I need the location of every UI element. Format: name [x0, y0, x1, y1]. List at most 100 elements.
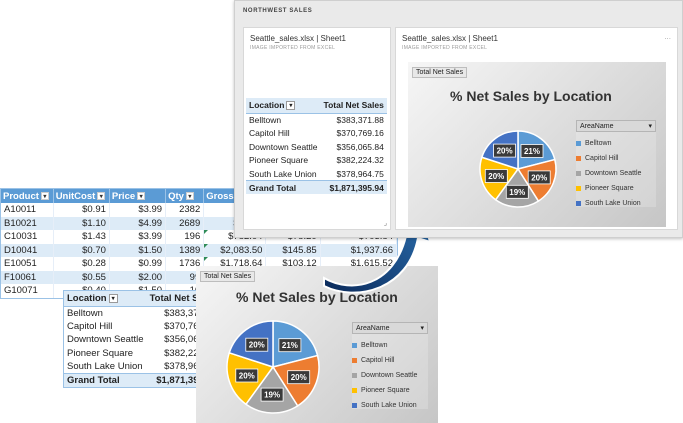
chevron-down-icon[interactable]: ▾: [648, 122, 652, 130]
legend-item[interactable]: Belltown: [352, 342, 428, 349]
svg-text:20%: 20%: [531, 173, 547, 182]
excel-cell[interactable]: $0.55: [53, 270, 110, 284]
svg-text:21%: 21%: [282, 341, 298, 350]
excel-header-price[interactable]: Price ▾: [109, 189, 167, 203]
excel-cell[interactable]: C10031: [1, 230, 54, 244]
data-label: 19%: [505, 184, 529, 199]
excel-cell[interactable]: A10011: [1, 203, 54, 217]
excel-cell[interactable]: 2382: [165, 203, 205, 217]
chevron-down-icon[interactable]: ▾: [420, 324, 424, 332]
chart-legend: AreaName ▾ Belltown Capitol Hill Downtown S…: [352, 322, 428, 409]
chart-legend: AreaName ▾ Belltown Capitol Hill Downtown S…: [576, 120, 656, 207]
filter-dropdown-icon[interactable]: ▾: [137, 191, 146, 200]
excel-cell[interactable]: $3.99: [109, 230, 167, 244]
pivot-location: Capitol Hill: [249, 128, 290, 139]
pivot-location: Capitol Hill: [67, 320, 113, 332]
legend-item[interactable]: Capitol Hill: [576, 155, 656, 162]
legend-label: Pioneer Square: [361, 387, 410, 394]
svg-text:20%: 20%: [249, 341, 265, 350]
filter-dropdown-icon[interactable]: ▾: [97, 191, 106, 200]
filter-dropdown-icon[interactable]: ▾: [40, 191, 49, 200]
legend-swatch: [576, 201, 581, 206]
pivot-location: South Lake Union: [249, 168, 317, 179]
excel-cell[interactable]: $3.99: [109, 203, 167, 217]
excel-header-unitcost[interactable]: UnitCost ▾: [53, 189, 110, 203]
legend-item[interactable]: South Lake Union: [352, 402, 428, 409]
legend-item[interactable]: Downtown Seattle: [576, 170, 656, 177]
pivot-total-row: Grand Total $1,871,395.94: [246, 180, 387, 194]
pivot-header-location[interactable]: Location ▾: [64, 291, 147, 307]
excel-cell[interactable]: $0.91: [53, 203, 110, 217]
data-label: 20%: [235, 368, 259, 383]
excel-cell[interactable]: $1.43: [53, 230, 110, 244]
data-label: 20%: [484, 169, 508, 183]
excel-header-product[interactable]: Product ▾: [1, 189, 54, 203]
filter-dropdown-icon[interactable]: ▾: [286, 101, 296, 111]
legend-label: Capitol Hill: [585, 155, 619, 162]
excel-cell[interactable]: F10061: [1, 270, 54, 284]
excel-cell[interactable]: $0.28: [53, 257, 110, 271]
svg-text:20%: 20%: [488, 172, 504, 181]
pivot-row: Capitol Hill $370,769.16: [246, 127, 387, 141]
pivot-location: South Lake Union: [67, 361, 143, 372]
excel-cell[interactable]: $1.10: [53, 216, 110, 230]
legend-header[interactable]: AreaName ▾: [352, 322, 428, 334]
tile-pivot[interactable]: Seattle_sales.xlsx | Sheet1 IMAGE IMPORT…: [243, 27, 391, 230]
legend-label: Downtown Seattle: [585, 170, 642, 177]
excel-cell[interactable]: $2,083.50: [203, 243, 267, 257]
tile-chart[interactable]: Seattle_sales.xlsx | Sheet1 IMAGE IMPORT…: [395, 27, 678, 230]
excel-cell[interactable]: $0.70: [53, 243, 110, 257]
pivot-table-bottom: Location ▾ Total Net Sales Belltown $383,3…: [63, 290, 220, 388]
legend-item[interactable]: Capitol Hill: [352, 357, 428, 364]
legend-swatch: [352, 403, 357, 408]
pie-chart-panel-top: Total Net Sales % Net Sales by Location …: [408, 62, 666, 227]
pivot-header-location[interactable]: Location ▾: [246, 98, 321, 114]
pivot-value: $382,224.32: [336, 155, 384, 166]
excel-cell[interactable]: G10071: [1, 284, 54, 298]
excel-cell[interactable]: $4.99: [109, 216, 167, 230]
svg-text:20%: 20%: [291, 373, 307, 382]
excel-cell[interactable]: 1389: [165, 243, 205, 257]
legend-item[interactable]: South Lake Union: [576, 200, 656, 207]
excel-header-qty[interactable]: Qty ▾: [165, 189, 205, 203]
excel-cell[interactable]: D10041: [1, 243, 54, 257]
pivot-location: Pioneer Square: [67, 347, 134, 359]
excel-cell[interactable]: 196: [165, 230, 205, 244]
legend-swatch: [352, 358, 357, 363]
legend-header[interactable]: AreaName ▾: [576, 120, 656, 132]
pivot-value: $383,371.88: [336, 115, 384, 125]
pivot-location: Downtown Seattle: [67, 334, 144, 346]
pivot-location: Downtown Seattle: [249, 141, 318, 152]
excel-cell[interactable]: 2689: [165, 216, 205, 230]
pivot-row: Downtown Seattle $356,065.84: [246, 140, 387, 154]
pivot-row: Belltown $383,371.88: [246, 113, 387, 127]
filter-dropdown-icon[interactable]: ▾: [185, 191, 194, 200]
tile-subtitle: IMAGE IMPORTED FROM EXCEL: [402, 45, 488, 51]
data-label: 20%: [245, 337, 269, 352]
legend-item[interactable]: Downtown Seattle: [352, 372, 428, 379]
excel-cell[interactable]: E10051: [1, 257, 54, 271]
filter-dropdown-icon[interactable]: ▾: [108, 293, 118, 303]
legend-label: South Lake Union: [585, 200, 641, 207]
excel-cell[interactable]: $2.00: [109, 270, 167, 284]
excel-cell[interactable]: B10021: [1, 216, 54, 230]
more-options-icon[interactable]: ...: [664, 32, 671, 41]
data-label: 19%: [260, 387, 284, 402]
resize-handle-icon[interactable]: ⌟: [384, 219, 387, 227]
legend-item[interactable]: Pioneer Square: [352, 387, 428, 394]
pivot-row: South Lake Union $378,964.75: [246, 167, 387, 181]
data-label: 20%: [493, 143, 516, 158]
legend-label: Belltown: [361, 342, 388, 349]
pivot-table: Location ▾ Total Net Sales Belltown $383,3…: [246, 98, 387, 194]
pivot-row: Pioneer Square $382,224.32: [246, 154, 387, 168]
svg-text:20%: 20%: [497, 147, 513, 156]
pivot-location: Belltown: [67, 307, 103, 319]
excel-cell[interactable]: $145.85: [265, 243, 321, 257]
legend-item[interactable]: Pioneer Square: [576, 185, 656, 192]
excel-cell[interactable]: $0.99: [109, 257, 167, 271]
legend-label: Downtown Seattle: [361, 372, 418, 379]
legend-item[interactable]: Belltown: [576, 140, 656, 147]
data-label: 20%: [527, 170, 551, 185]
excel-cell[interactable]: $1.50: [109, 243, 167, 257]
pivot-value: $370,769.16: [336, 128, 384, 139]
